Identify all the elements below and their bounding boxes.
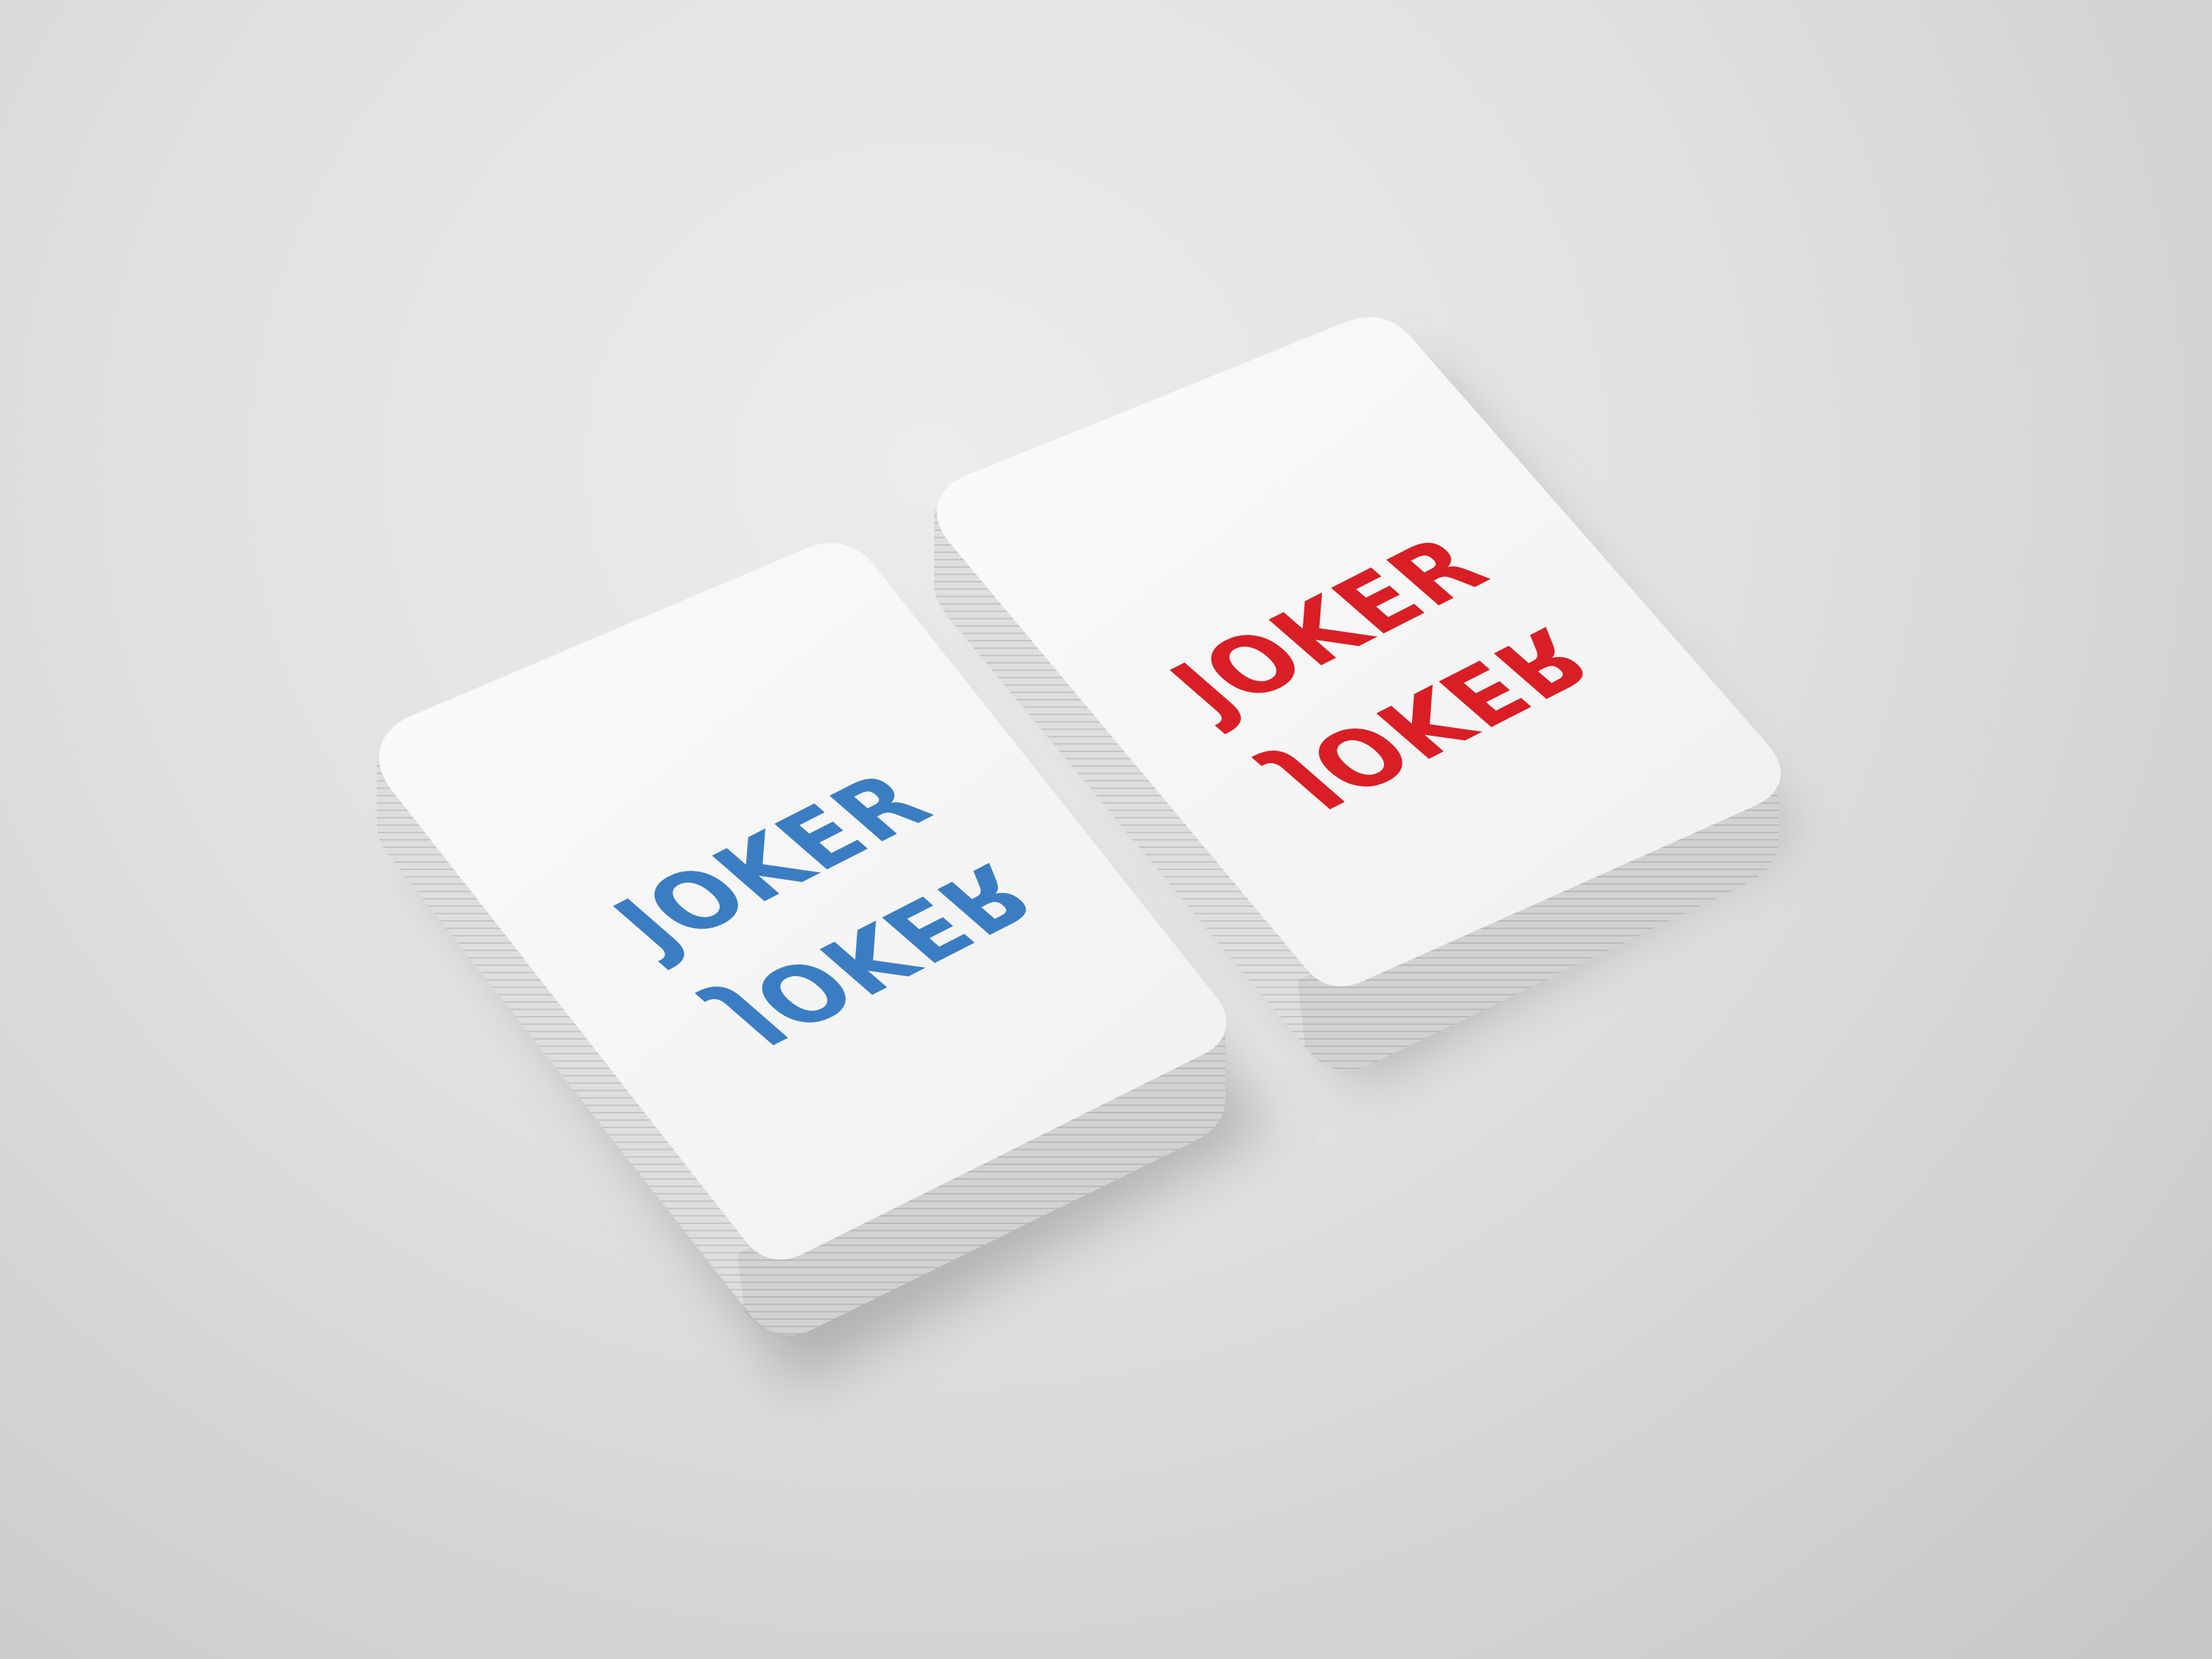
mockup-scene: JOKER JOKER JOKER JOKER [377,317,1792,1386]
